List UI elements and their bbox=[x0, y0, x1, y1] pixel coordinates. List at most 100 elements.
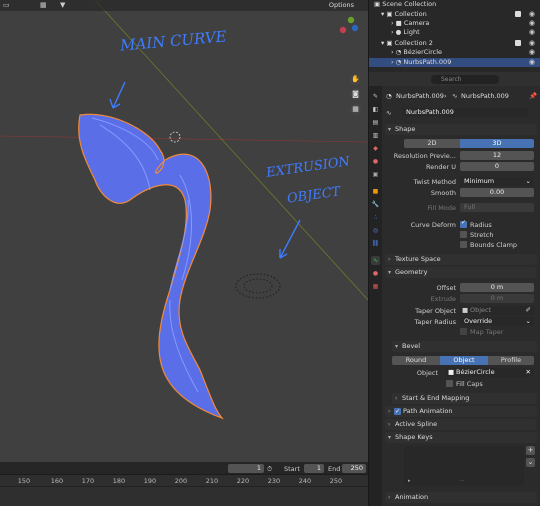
frame-tick: 220 bbox=[236, 477, 250, 485]
curve-data-tab-icon[interactable]: ∿ bbox=[371, 256, 380, 265]
mode-3d-button[interactable]: 3D bbox=[460, 139, 534, 148]
scene-tab-icon[interactable]: ◆ bbox=[371, 144, 380, 153]
close-icon[interactable]: ✕ bbox=[526, 368, 531, 377]
eye-icon[interactable]: ◉ bbox=[529, 39, 535, 48]
render-u-field[interactable]: 0 bbox=[460, 162, 534, 171]
bevel-object-field[interactable]: ■ BézierCircle ✕ bbox=[446, 368, 534, 377]
taper-radius-dropdown[interactable]: Override ⌄ bbox=[460, 317, 534, 326]
expand-arrow-icon[interactable]: ▾ ▣ bbox=[381, 39, 395, 47]
overlay-icon[interactable]: ▦ bbox=[40, 1, 47, 9]
shape-key-menu-button[interactable]: ⌄ bbox=[526, 458, 535, 467]
particles-tab-icon[interactable]: ∴ bbox=[371, 213, 380, 222]
bevel-round-button[interactable]: Round bbox=[392, 356, 440, 365]
filter-icon[interactable]: ▼ bbox=[60, 1, 65, 9]
field-placeholder: Object bbox=[470, 306, 492, 314]
expand-arrow-icon[interactable]: ▾ ▣ bbox=[381, 10, 395, 18]
active-spline-panel-header[interactable]: › Active Spline bbox=[385, 419, 537, 430]
outliner-row-bezier-circle[interactable]: › ◔ BézierCircle ◉ bbox=[369, 48, 540, 57]
hand-icon[interactable]: ✋ bbox=[350, 74, 361, 85]
texture-space-panel-header[interactable]: › Texture Space bbox=[385, 254, 537, 265]
list-resize-handle[interactable]: ⋯ bbox=[460, 478, 465, 484]
twist-method-label: Twist Method bbox=[413, 178, 456, 186]
row-label: Scene Collection bbox=[382, 0, 437, 8]
outliner-row-scene-collection[interactable]: ▣ Scene Collection bbox=[369, 0, 540, 9]
chevron-down-icon: ⌄ bbox=[525, 317, 531, 325]
mode-2d-button[interactable]: 2D bbox=[404, 139, 460, 148]
fill-caps-checkbox[interactable] bbox=[446, 380, 453, 387]
animation-panel-header[interactable]: › Animation bbox=[385, 492, 537, 503]
stopwatch-icon[interactable]: ⏱ bbox=[267, 465, 272, 474]
constraints-tab-icon[interactable]: ⛓ bbox=[371, 239, 380, 248]
radius-checkbox[interactable] bbox=[460, 219, 467, 228]
eyedropper-icon[interactable]: ✐ bbox=[526, 306, 531, 315]
stretch-checkbox[interactable] bbox=[460, 231, 467, 238]
eye-icon[interactable]: ◉ bbox=[529, 28, 535, 37]
outliner-row-nurbs-path[interactable]: › ◔ NurbsPath.009 ◉ bbox=[369, 58, 540, 67]
path-animation-checkbox[interactable] bbox=[394, 406, 401, 417]
collection-tab-icon[interactable]: ▣ bbox=[371, 170, 380, 179]
bevel-profile-button[interactable]: Profile bbox=[488, 356, 534, 365]
datablock-name-field[interactable]: NurbsPath.009 bbox=[402, 108, 528, 117]
texture-tab-icon[interactable]: ▦ bbox=[371, 282, 380, 291]
outliner-row-camera[interactable]: › ■ Camera ◉ bbox=[369, 19, 540, 28]
grid-icon[interactable]: ▦ bbox=[350, 104, 361, 115]
twist-method-dropdown[interactable]: Minimum ⌄ bbox=[460, 177, 534, 186]
checkbox-icon[interactable] bbox=[515, 11, 521, 17]
smooth-field[interactable]: 0.00 bbox=[460, 188, 534, 197]
options-button[interactable]: Options bbox=[324, 1, 358, 10]
outliner-row-light[interactable]: › ● Light ◉ bbox=[369, 28, 540, 37]
current-frame-field[interactable]: 1 bbox=[228, 464, 264, 473]
outliner-row-collection[interactable]: ▾ ▣ Collection ◉ bbox=[369, 10, 540, 19]
end-frame-field[interactable]: 250 bbox=[342, 464, 366, 473]
taper-object-field[interactable]: ■ Object ✐ bbox=[460, 306, 534, 315]
start-end-mapping-panel-header[interactable]: › Start & End Mapping bbox=[392, 393, 537, 404]
extrude-field[interactable]: 0 m bbox=[460, 294, 534, 303]
tool-tab-icon[interactable]: ✎ bbox=[371, 92, 380, 101]
pin-icon[interactable]: 📌 bbox=[529, 92, 537, 100]
outliner-row-collection-2[interactable]: ▾ ▣ Collection 2 ◉ bbox=[369, 39, 540, 48]
output-tab-icon[interactable]: ▤ bbox=[371, 118, 380, 127]
material-tab-icon[interactable]: ● bbox=[371, 269, 380, 278]
shape-keys-list[interactable]: ▸ ⋯ bbox=[404, 446, 524, 486]
dropdown-value: Minimum bbox=[464, 177, 495, 185]
bevel-object-button[interactable]: Object bbox=[440, 356, 488, 365]
shape-panel-header[interactable]: ▾ Shape bbox=[385, 124, 537, 135]
map-taper-checkbox[interactable] bbox=[460, 328, 467, 335]
checkbox-icon[interactable] bbox=[515, 40, 521, 46]
camera-icon[interactable]: ◙ bbox=[350, 89, 361, 100]
3d-viewport[interactable]: ▭ ▦ ▼ Options MAIN CURVE EXTRUSION OBJEC… bbox=[0, 0, 368, 462]
geometry-panel-header[interactable]: ▾ Geometry bbox=[385, 267, 537, 278]
panel-title: Start & End Mapping bbox=[402, 394, 470, 402]
chevron-down-icon: ⌄ bbox=[525, 177, 531, 185]
view-layer-tab-icon[interactable]: ▥ bbox=[371, 131, 380, 140]
outliner-search-input[interactable]: Search bbox=[431, 75, 499, 84]
fill-mode-dropdown[interactable]: Full bbox=[460, 203, 534, 212]
bounds-clamp-checkbox[interactable] bbox=[460, 241, 467, 248]
navigation-gizmo[interactable] bbox=[339, 16, 359, 34]
curve-deform-label: Curve Deform bbox=[410, 221, 456, 229]
path-animation-panel-header[interactable]: ›Path Animation bbox=[385, 406, 537, 417]
start-frame-field[interactable]: 1 bbox=[304, 464, 324, 473]
shape-keys-panel-header[interactable]: ▾ Shape Keys bbox=[385, 432, 537, 443]
bevel-panel-header[interactable]: ▾ Bevel bbox=[392, 341, 537, 352]
object-tab-icon[interactable]: ■ bbox=[371, 187, 380, 196]
world-tab-icon[interactable]: ● bbox=[371, 157, 380, 166]
eye-icon[interactable]: ◉ bbox=[529, 10, 535, 19]
end-label: End bbox=[328, 465, 341, 473]
offset-field[interactable]: 0 m bbox=[460, 283, 534, 292]
eye-icon[interactable]: ◉ bbox=[529, 48, 535, 57]
offset-label: Offset bbox=[436, 284, 456, 292]
frame-ruler[interactable]: 150 160 170 180 190 200 210 220 230 240 … bbox=[0, 475, 368, 486]
timeline-track[interactable] bbox=[0, 486, 368, 506]
eye-icon[interactable]: ◉ bbox=[529, 58, 535, 67]
eye-icon[interactable]: ◉ bbox=[529, 19, 535, 28]
add-shape-key-button[interactable]: + bbox=[526, 446, 535, 455]
row-label: Collection bbox=[394, 10, 427, 18]
physics-tab-icon[interactable]: ◎ bbox=[371, 226, 380, 235]
render-tab-icon[interactable]: ◧ bbox=[371, 105, 380, 114]
modifiers-tab-icon[interactable]: 🔧 bbox=[371, 200, 380, 209]
frame-tick: 200 bbox=[174, 477, 188, 485]
resolution-preview-field[interactable]: 12 bbox=[460, 151, 534, 160]
view-icon[interactable]: ▭ bbox=[3, 1, 10, 9]
list-sort-icon[interactable]: ▸ bbox=[408, 478, 411, 484]
